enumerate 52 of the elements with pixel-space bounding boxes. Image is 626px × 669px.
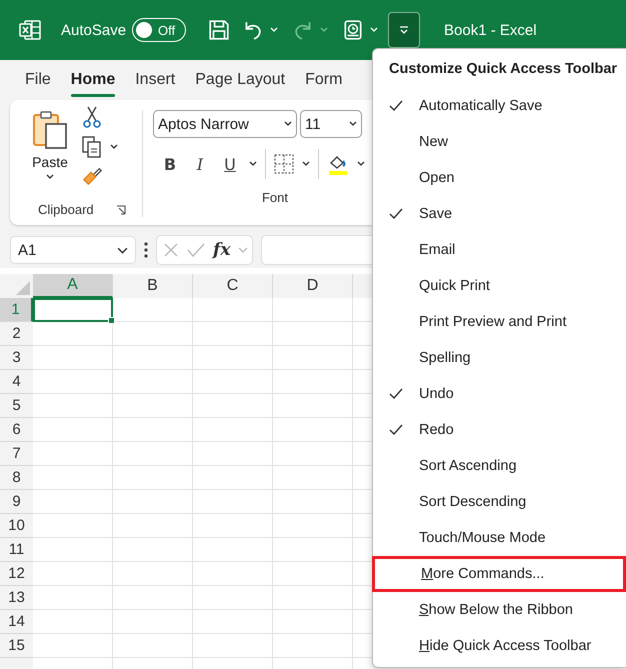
menu-item[interactable]: Spelling (373, 340, 626, 376)
row-header[interactable]: 14 (0, 610, 33, 634)
row-header[interactable]: 9 (0, 490, 33, 514)
insert-function-button[interactable]: fx (213, 240, 230, 260)
name-box[interactable]: A1 (10, 236, 136, 264)
font-size-dropdown[interactable]: 11 (300, 110, 362, 138)
ribbon-tab[interactable]: Form (296, 63, 352, 97)
menu-item[interactable]: Email (373, 232, 626, 268)
menu-item[interactable]: New (373, 124, 626, 160)
menu-item[interactable]: Show Below the Ribbon (373, 592, 626, 628)
menu-item[interactable]: Quick Print (373, 268, 626, 304)
window-title: Book1 - Excel (444, 22, 537, 38)
menu-title: Customize Quick Access Toolbar (388, 60, 618, 79)
column-header[interactable]: B (113, 274, 193, 298)
row-header[interactable]: 2 (0, 322, 33, 346)
autosave-label: AutoSave (61, 22, 126, 38)
menu-item[interactable]: Sort Descending (373, 484, 626, 520)
row-header[interactable]: 13 (0, 586, 33, 610)
autosave-toggle[interactable]: Off (132, 18, 186, 42)
row-header[interactable]: 5 (0, 394, 33, 418)
row-header[interactable]: 10 (0, 514, 33, 538)
row-header[interactable]: 15 (0, 634, 33, 658)
ribbon-tab[interactable]: Insert (126, 63, 184, 97)
row-header[interactable]: 4 (0, 370, 33, 394)
menu-item[interactable]: Automatically Save (373, 88, 626, 124)
menu-item[interactable]: Sort Ascending (373, 448, 626, 484)
ribbon-tab[interactable]: File (16, 63, 60, 97)
menu-item[interactable]: Touch/Mouse Mode (373, 520, 626, 556)
row-header[interactable]: 3 (0, 346, 33, 370)
paste-button[interactable]: Paste (32, 106, 68, 202)
group-label: Font (262, 190, 288, 205)
menu-item[interactable]: Hide Quick Access Toolbar (373, 628, 626, 664)
ribbon-tab[interactable]: Page Layout (186, 63, 294, 97)
ribbon-tab[interactable]: Home (62, 63, 124, 97)
row-header[interactable]: 6 (0, 418, 33, 442)
column-header[interactable]: C (193, 274, 273, 298)
underline-button[interactable]: U (219, 154, 241, 174)
italic-button[interactable]: I (189, 154, 211, 174)
menu-item[interactable]: More Commands... (372, 556, 626, 592)
group-label: Clipboard (38, 202, 94, 217)
bold-button[interactable]: B (159, 154, 181, 174)
menu-item[interactable]: Redo (373, 412, 626, 448)
column-header[interactable]: D (273, 274, 353, 298)
menu-item[interactable]: Print Preview and Print (373, 304, 626, 340)
row-header[interactable]: 12 (0, 562, 33, 586)
row-header[interactable]: 7 (0, 442, 33, 466)
menu-item[interactable]: Open (373, 160, 626, 196)
menu-item[interactable]: Undo (373, 376, 626, 412)
row-header[interactable]: 11 (0, 538, 33, 562)
row-header[interactable]: 8 (0, 466, 33, 490)
menu-item[interactable]: Save (373, 196, 626, 232)
font-name-dropdown[interactable]: Aptos Narrow (153, 110, 297, 138)
